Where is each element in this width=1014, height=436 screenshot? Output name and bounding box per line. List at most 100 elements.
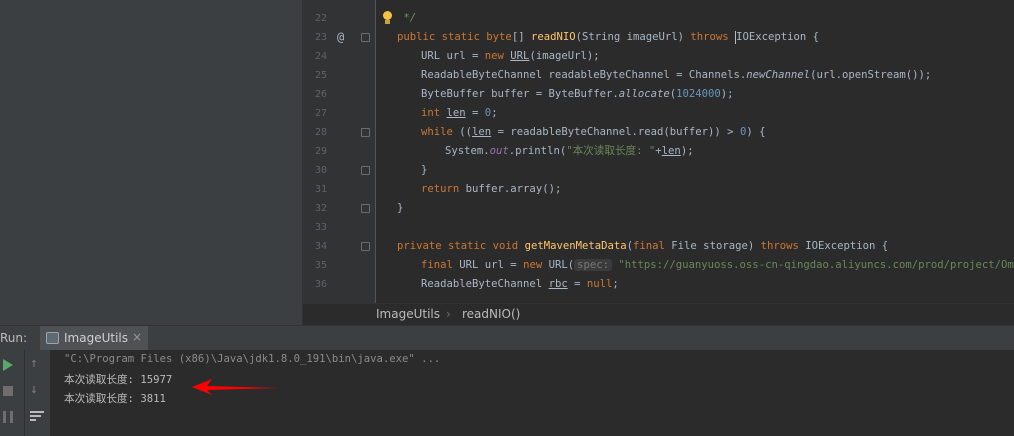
code-line[interactable]: 34 private static void getMavenMetaData(f… bbox=[303, 237, 1014, 256]
code-line[interactable]: 35 final URL url = new URL(spec: "https:/… bbox=[303, 256, 1014, 275]
toolbar-separator bbox=[24, 350, 25, 436]
line-number: 28 bbox=[314, 127, 327, 138]
code-token: while bbox=[421, 126, 460, 138]
line-number: 30 bbox=[314, 165, 327, 176]
code-token: (imageUrl); bbox=[529, 50, 600, 62]
code-text: ReadableByteChannel rbc = null; bbox=[421, 275, 619, 294]
code-text: System.out.println("本次读取长度: "+len); bbox=[445, 142, 694, 161]
code-token: IOException { bbox=[736, 31, 820, 43]
code-line[interactable]: 33 bbox=[303, 218, 1014, 237]
line-number: 29 bbox=[314, 146, 327, 157]
breadcrumb-method[interactable]: readNIO() bbox=[462, 307, 520, 321]
code-line[interactable]: 24 URL url = new URL(imageUrl); bbox=[303, 47, 1014, 66]
code-token: ; bbox=[612, 278, 619, 290]
fold-icon[interactable] bbox=[361, 33, 370, 42]
fold-icon[interactable] bbox=[361, 166, 370, 175]
code-token: ); bbox=[680, 145, 694, 157]
code-text: */ bbox=[397, 9, 416, 28]
code-token: len bbox=[472, 126, 492, 138]
code-token: public static bbox=[397, 31, 487, 43]
close-icon[interactable]: × bbox=[132, 330, 142, 344]
arrow-down-icon[interactable]: ↓ bbox=[30, 382, 38, 397]
code-line[interactable]: 29 System.out.println("本次读取长度: "+len); bbox=[303, 142, 1014, 161]
code-token: URL bbox=[510, 50, 530, 62]
code-token: buffer.array(); bbox=[465, 183, 562, 195]
code-token: ReadableByteChannel bbox=[421, 278, 549, 290]
run-tab-imageutils[interactable]: ImageUtils × bbox=[40, 326, 148, 351]
code-token: .println( bbox=[508, 145, 567, 157]
line-number: 36 bbox=[314, 279, 327, 290]
code-token: throws bbox=[760, 240, 806, 252]
code-text: ReadableByteChannel readableByteChannel … bbox=[421, 66, 931, 85]
code-line[interactable]: 28 while ((len = readableByteChannel.read… bbox=[303, 123, 1014, 142]
code-line[interactable]: 27 int len = 0; bbox=[303, 104, 1014, 123]
pause-icon[interactable] bbox=[3, 411, 13, 423]
breadcrumb: ImageUtils › readNIO() bbox=[303, 303, 1014, 325]
code-line[interactable]: 31 return buffer.array(); bbox=[303, 180, 1014, 199]
code-text: } bbox=[421, 161, 427, 180]
fold-icon[interactable] bbox=[361, 204, 370, 213]
code-token: = bbox=[465, 107, 485, 119]
code-token: IOException { bbox=[805, 240, 889, 252]
code-line[interactable]: 36 ReadableByteChannel rbc = null; bbox=[303, 275, 1014, 294]
code-token: } bbox=[421, 164, 428, 176]
code-token: (url.openStream()); bbox=[810, 69, 932, 81]
code-text: return buffer.array(); bbox=[421, 180, 561, 199]
code-line[interactable]: 25 ReadableByteChannel readableByteChanne… bbox=[303, 66, 1014, 85]
line-number: 35 bbox=[314, 260, 327, 271]
code-token: rbc bbox=[548, 278, 568, 290]
annotation-arrow-icon bbox=[192, 379, 278, 395]
code-token: len bbox=[446, 107, 466, 119]
code-token: len bbox=[661, 145, 681, 157]
code-token: ReadableByteChannel readableByteChannel … bbox=[421, 69, 747, 81]
code-text: } bbox=[397, 199, 403, 218]
lightbulb-icon[interactable] bbox=[383, 11, 392, 24]
code-token: allocate bbox=[618, 88, 670, 100]
line-number: 27 bbox=[314, 108, 327, 119]
code-token: int bbox=[421, 107, 447, 119]
line-number: 32 bbox=[314, 203, 327, 214]
code-token: ); bbox=[720, 88, 734, 100]
rerun-icon[interactable] bbox=[3, 359, 13, 371]
code-token: } bbox=[397, 202, 404, 214]
code-editor[interactable]: 22 */ 23 @ public static byte[] readNIO(Str… bbox=[303, 0, 1014, 303]
code-token: URL url = bbox=[459, 259, 524, 271]
code-token: URL( bbox=[548, 259, 575, 271]
code-token: (String imageUrl) bbox=[575, 31, 691, 43]
arrow-up-icon[interactable]: ↑ bbox=[30, 356, 38, 371]
line-number: 24 bbox=[314, 51, 327, 62]
fold-icon[interactable] bbox=[361, 242, 370, 251]
code-token: final bbox=[421, 259, 460, 271]
line-number: 34 bbox=[314, 241, 327, 252]
code-line[interactable]: 30} bbox=[303, 161, 1014, 180]
line-number: 23 bbox=[314, 32, 327, 43]
code-token: ) { bbox=[746, 126, 766, 138]
code-token: = readableByteChannel.read(buffer)) > bbox=[491, 126, 740, 138]
code-line[interactable]: 26 ByteBuffer buffer = ByteBuffer.allocat… bbox=[303, 85, 1014, 104]
code-token: readNIO bbox=[530, 31, 576, 43]
code-line[interactable]: 32} bbox=[303, 199, 1014, 218]
console-line: 本次读取长度: 15977 bbox=[64, 374, 173, 386]
code-token: getMavenMetaData bbox=[524, 240, 627, 252]
line-number: 31 bbox=[314, 184, 327, 195]
soft-wrap-icon[interactable] bbox=[30, 409, 44, 423]
code-line[interactable]: 23 @ public static byte[] readNIO(String i… bbox=[303, 28, 1014, 47]
code-token: new bbox=[523, 259, 549, 271]
code-text: URL url = new URL(imageUrl); bbox=[421, 47, 600, 66]
code-token: ; bbox=[491, 107, 498, 119]
stop-icon[interactable] bbox=[3, 386, 13, 396]
code-token: URL url = bbox=[421, 50, 485, 62]
override-marker-icon[interactable]: @ bbox=[337, 28, 344, 47]
line-number: 25 bbox=[314, 70, 327, 81]
code-line[interactable]: 22 */ bbox=[303, 9, 1014, 28]
code-token: File storage) bbox=[671, 240, 761, 252]
fold-icon[interactable] bbox=[361, 128, 370, 137]
line-number: 33 bbox=[314, 222, 327, 233]
code-token: null bbox=[586, 278, 613, 290]
code-token: return bbox=[421, 183, 466, 195]
code-token: System. bbox=[445, 145, 490, 157]
breadcrumb-file[interactable]: ImageUtils bbox=[376, 307, 440, 321]
code-token: [] bbox=[511, 31, 531, 43]
project-panel bbox=[0, 0, 303, 325]
chevron-right-icon: › bbox=[446, 307, 451, 321]
